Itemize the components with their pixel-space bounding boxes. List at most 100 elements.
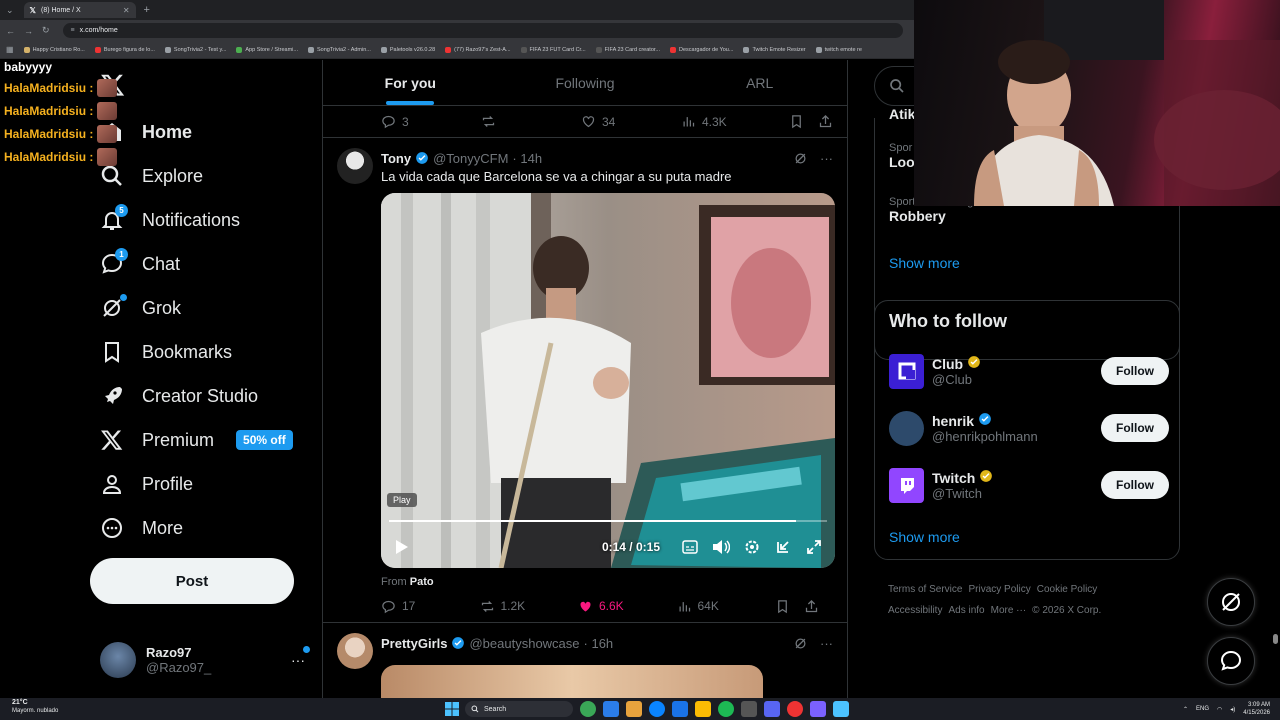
bookmark-icon[interactable] xyxy=(775,599,790,614)
tweet-author-handle[interactable]: @beautyshowcase xyxy=(469,636,579,651)
follow-button[interactable]: Follow xyxy=(1101,471,1169,499)
tweet-image[interactable] xyxy=(381,665,763,700)
bookmark-item[interactable]: SongTrivia2 - Test y... xyxy=(164,46,226,53)
play-icon[interactable] xyxy=(391,536,413,558)
tab-for-you[interactable]: For you xyxy=(323,60,498,105)
tweet-time[interactable]: · 16h xyxy=(584,636,614,651)
tweet-author-name[interactable]: PrettyGirls xyxy=(381,636,447,651)
fullscreen-icon[interactable] xyxy=(803,536,825,558)
discord-icon[interactable] xyxy=(764,701,780,717)
bookmark-item[interactable]: Burego figura de lo... xyxy=(94,46,155,53)
sidebar-item-creator-studio[interactable]: Creator Studio xyxy=(90,374,320,418)
trend-item[interactable]: Atik xyxy=(889,106,915,122)
bookmark-item[interactable]: twitch emote re xyxy=(815,46,862,53)
settings-icon[interactable] xyxy=(741,536,763,558)
follow-name[interactable]: henrik xyxy=(932,413,974,429)
widgets-icon[interactable] xyxy=(580,701,596,717)
tray-chevron-icon[interactable]: ⌃ xyxy=(1183,706,1188,713)
tweet[interactable]: Tony @TonyyCFM · 14h ··· La vida cada qu… xyxy=(323,138,847,623)
site-info-icon[interactable]: ≡ xyxy=(71,27,75,34)
footer-link[interactable]: Accessibility xyxy=(888,605,942,616)
media-icon[interactable] xyxy=(787,701,803,717)
sidebar-item-profile[interactable]: Profile xyxy=(90,462,320,506)
grok-icon[interactable] xyxy=(793,636,808,651)
like-button[interactable]: 34 xyxy=(581,114,681,129)
tab-arl[interactable]: ARL xyxy=(672,60,847,105)
new-tab-icon[interactable]: + xyxy=(144,4,150,16)
follow-show-more-link[interactable]: Show more xyxy=(889,529,960,545)
chrome-icon[interactable] xyxy=(695,701,711,717)
share-icon[interactable] xyxy=(818,114,833,129)
bookmark-item[interactable]: SongTrivia2 - Admin... xyxy=(307,46,371,53)
follow-button[interactable]: Follow xyxy=(1101,357,1169,385)
like-button[interactable]: 6.6K xyxy=(578,599,677,614)
sidebar-item-chat[interactable]: 1 Chat xyxy=(90,242,320,286)
trends-show-more-link[interactable]: Show more xyxy=(889,255,960,271)
grok-float-button[interactable] xyxy=(1207,578,1255,626)
tweet-time[interactable]: · 14h xyxy=(512,151,542,166)
video-progress-bar[interactable] xyxy=(389,520,827,522)
bookmark-item[interactable]: Happy Cristiano Ro... xyxy=(23,46,85,53)
footer-link[interactable]: Terms of Service xyxy=(888,584,962,595)
share-icon[interactable] xyxy=(804,599,819,614)
reply-button[interactable]: 3 xyxy=(381,114,481,129)
follow-suggestion[interactable]: henrik @henrikpohlmann Follow xyxy=(889,408,1169,448)
tweet-more-icon[interactable]: ··· xyxy=(820,636,833,651)
mail-icon[interactable] xyxy=(672,701,688,717)
mini-player-icon[interactable] xyxy=(772,536,794,558)
tweet-author-name[interactable]: Tony xyxy=(381,151,411,166)
tweet-more-icon[interactable]: ··· xyxy=(820,151,833,166)
volume-icon[interactable]: ◂) xyxy=(1230,706,1235,713)
sidebar-item-premium[interactable]: Premium 50% off xyxy=(90,418,320,462)
browser-tab[interactable]: 𝕏 (8) Home / X ✕ xyxy=(23,2,136,18)
volume-icon[interactable] xyxy=(710,536,732,558)
url-field[interactable]: ≡ x.com/home xyxy=(62,23,903,38)
tweet-video[interactable]: Play 0:14 / 0:15 xyxy=(381,193,835,568)
apps-grid-icon[interactable]: ▦ xyxy=(6,45,14,54)
forward-icon[interactable]: → xyxy=(24,26,33,36)
from-name[interactable]: Pato xyxy=(410,576,434,588)
store-icon[interactable] xyxy=(649,701,665,717)
sidebar-item-grok[interactable]: Grok xyxy=(90,286,320,330)
repost-button[interactable]: 1.2K xyxy=(480,599,579,614)
sidebar-item-more[interactable]: More xyxy=(90,506,320,550)
bookmark-item[interactable]: FIFA 23 FUT Card Cr... xyxy=(520,46,586,53)
wifi-icon[interactable]: ◠ xyxy=(1217,706,1222,713)
sidebar-item-bookmarks[interactable]: Bookmarks xyxy=(90,330,320,374)
obs-icon[interactable] xyxy=(810,701,826,717)
bookmark-item[interactable]: Twitch Emote Resizer xyxy=(743,46,806,53)
account-switcher[interactable]: Razo97 @Razo97_ ··· xyxy=(90,636,315,684)
footer-link[interactable]: Privacy Policy xyxy=(968,584,1030,595)
bookmark-icon[interactable] xyxy=(789,114,804,129)
steam-icon[interactable] xyxy=(833,701,849,717)
follow-button[interactable]: Follow xyxy=(1101,414,1169,442)
follow-suggestion[interactable]: Club @Club Follow xyxy=(889,351,1169,391)
weather-widget[interactable]: 21°C Mayorm. nublado xyxy=(12,699,58,715)
bookmark-item[interactable]: Descargador de You... xyxy=(670,46,733,53)
language-indicator[interactable]: ENG xyxy=(1196,706,1209,712)
avatar[interactable] xyxy=(337,148,373,184)
follow-name[interactable]: Club xyxy=(932,356,963,372)
tweet-author-handle[interactable]: @TonyyCFM xyxy=(433,151,508,166)
bookmark-item[interactable]: Paletools v26.0.28 xyxy=(380,46,435,53)
footer-link[interactable]: Cookie Policy xyxy=(1037,584,1098,595)
tab-following[interactable]: Following xyxy=(498,60,673,105)
avatar[interactable] xyxy=(889,410,924,446)
footer-link[interactable]: More ··· xyxy=(991,605,1027,616)
bookmark-item[interactable]: App Store / Streami... xyxy=(236,46,298,53)
grok-icon[interactable] xyxy=(793,151,808,166)
captions-icon[interactable] xyxy=(679,536,701,558)
post-button[interactable]: Post xyxy=(90,558,294,604)
follow-suggestion[interactable]: Twitch @Twitch Follow xyxy=(889,465,1169,505)
follow-name[interactable]: Twitch xyxy=(932,470,975,486)
back-icon[interactable]: ← xyxy=(6,26,15,36)
explorer-icon[interactable] xyxy=(626,701,642,717)
taskbar-search[interactable]: Search xyxy=(465,701,573,717)
avatar[interactable] xyxy=(337,633,373,669)
messages-float-button[interactable] xyxy=(1207,637,1255,685)
windows-start-icon[interactable] xyxy=(445,702,459,716)
terminal-icon[interactable] xyxy=(741,701,757,717)
tab-list-icon[interactable]: ⌄ xyxy=(6,5,14,16)
avatar[interactable] xyxy=(889,467,924,503)
spotify-icon[interactable] xyxy=(718,701,734,717)
